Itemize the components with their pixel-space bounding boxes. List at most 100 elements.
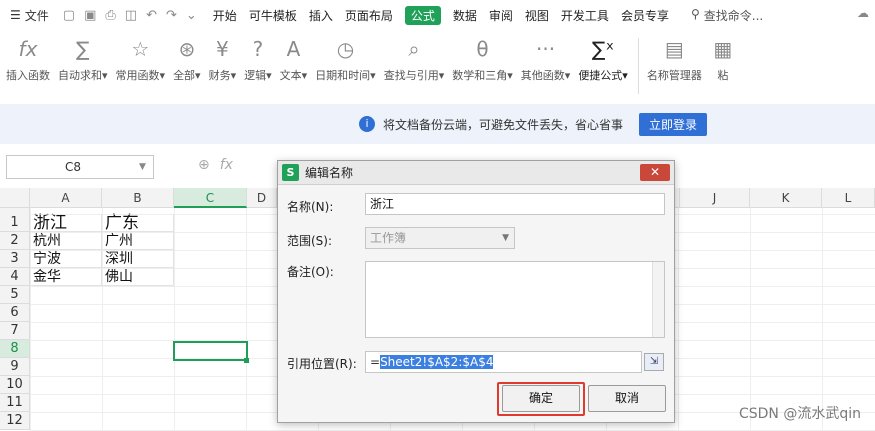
collapse-dialog-icon[interactable]: ⇲ [644, 353, 664, 371]
ribbon-divider [637, 38, 639, 94]
cloud-icon[interactable]: ☁ [857, 6, 869, 20]
row-header[interactable]: 3 [0, 250, 30, 268]
row-header[interactable]: 8 [0, 340, 30, 358]
row-header[interactable]: 7 [0, 322, 30, 340]
column-header[interactable]: B [102, 188, 174, 208]
select-all-corner[interactable] [0, 188, 30, 208]
cell-a3[interactable]: 宁波 [30, 250, 102, 268]
finance-label: 财务▾ [208, 69, 237, 82]
row-header[interactable]: 6 [0, 304, 30, 322]
watermark: CSDN @流水武qin [738, 406, 861, 422]
selected-cell-c8[interactable] [173, 341, 248, 361]
finance-button[interactable]: ¥ 财务▾ [209, 30, 237, 83]
column-header[interactable]: D [247, 188, 277, 208]
row-header[interactable]: 5 [0, 286, 30, 304]
save-icon[interactable]: ▢ [63, 8, 75, 23]
column-header[interactable]: L [822, 188, 875, 208]
dialog-title-bar[interactable]: S 编辑名称 [278, 161, 674, 185]
row-header[interactable]: 9 [0, 358, 30, 376]
column-header[interactable]: C [174, 188, 247, 208]
cell-a2[interactable]: 杭州 [30, 232, 102, 250]
command-search[interactable]: ⚲ 查找命令... [691, 7, 763, 24]
lookup-button[interactable]: ⌕ 查找与引用▾ [384, 30, 445, 83]
clock-icon: ◷ [336, 37, 355, 61]
row-header-gap [0, 208, 30, 214]
datetime-button[interactable]: ◷ 日期和时间▾ [315, 30, 376, 83]
row-header[interactable]: 4 [0, 268, 30, 286]
cloud-backup-banner: i 将文档备份云端，可避免文件丢失，省心省事 立即登录 [0, 104, 875, 144]
print-icon[interactable]: ⎙ [105, 8, 115, 23]
name-manager-icon: ▤ [664, 37, 684, 61]
name-label: 名称(N): [287, 200, 334, 214]
chevron-down-icon[interactable]: ▼ [139, 162, 153, 172]
cell-b3[interactable]: 深圳 [102, 250, 174, 268]
other-functions-button[interactable]: ··· 其他函数▾ [521, 30, 571, 83]
redo-icon[interactable]: ↷ [166, 8, 177, 23]
login-button[interactable]: 立即登录 [638, 112, 707, 136]
cell-a1[interactable]: 浙江 [30, 214, 102, 232]
close-button[interactable]: ✕ [640, 164, 670, 181]
name-box[interactable]: C8 ▼ [6, 155, 154, 179]
text-icon: A [286, 37, 301, 61]
column-header[interactable]: J [680, 188, 750, 208]
row-header[interactable]: 12 [0, 412, 30, 430]
tab-formulas[interactable]: 公式 [404, 5, 441, 25]
name-field[interactable]: 浙江 [365, 193, 665, 215]
other-functions-label: 其他函数▾ [520, 69, 571, 82]
command-search-label: 查找命令... [703, 8, 764, 23]
file-menu[interactable]: ☰ 文件 [10, 7, 49, 24]
tab-insert[interactable]: 插入 [309, 7, 333, 24]
paste-label: 粘 [717, 69, 729, 82]
preview-icon[interactable]: ◫ [125, 8, 137, 23]
tab-view[interactable]: 视图 [525, 7, 549, 24]
common-functions-button[interactable]: ☆ 常用函数▾ [116, 30, 166, 83]
cell-b2[interactable]: 广州 [102, 232, 174, 250]
comment-scrollbar[interactable] [652, 262, 664, 337]
cell-a4[interactable]: 金华 [30, 268, 102, 286]
math-button[interactable]: θ 数学和三角▾ [452, 30, 513, 83]
row-header[interactable]: 10 [0, 376, 30, 394]
row-header[interactable]: 1 [0, 214, 30, 232]
undo-icon[interactable]: ↶ [146, 8, 157, 23]
scope-label: 范围(S): [287, 234, 333, 248]
column-header[interactable]: A [30, 188, 102, 208]
row-header[interactable]: 11 [0, 394, 30, 412]
name-manager-button[interactable]: ▤ 名称管理器 [647, 30, 702, 83]
cancel-button[interactable]: 取消 [588, 385, 666, 412]
comment-field[interactable] [365, 261, 665, 338]
tab-home[interactable]: 开始 [213, 7, 237, 24]
quick-formula-button[interactable]: ∑ˣ 便捷公式▾ [578, 30, 628, 83]
zoom-icon[interactable]: ⊕ [198, 157, 210, 173]
dots-icon: ··· [536, 37, 556, 61]
scope-select[interactable]: 工作簿 ▼ [365, 227, 515, 249]
tab-data[interactable]: 数据 [453, 7, 477, 24]
theta-icon: θ [476, 37, 489, 61]
fill-handle[interactable] [244, 358, 249, 363]
tab-page-layout[interactable]: 页面布局 [345, 7, 393, 24]
quick-formula-label: 便捷公式▾ [578, 69, 628, 82]
comment-label: 备注(O): [287, 265, 334, 279]
tab-member[interactable]: 会员专享 [621, 7, 669, 24]
reference-field[interactable]: =Sheet2!$A$2:$A$4 [365, 351, 642, 373]
all-functions-button[interactable]: ⊛ 全部▾ [173, 30, 201, 83]
quick-access-toolbar: ▢ ▣ ⎙ ◫ ↶ ↷ ⌄ [63, 8, 197, 23]
export-icon[interactable]: ▣ [84, 8, 96, 23]
asterisk-icon: ⊛ [178, 37, 196, 61]
insert-function-button[interactable]: fx 插入函数 [6, 30, 50, 83]
autosum-label: 自动求和▾ [58, 69, 108, 82]
text-button[interactable]: A 文本▾ [280, 30, 308, 83]
cell-b4[interactable]: 佛山 [102, 268, 174, 286]
reference-prefix: = [370, 355, 381, 369]
cell-b1[interactable]: 广东 [102, 214, 174, 232]
fx-icon[interactable]: fx [220, 157, 233, 173]
chevron-down-icon[interactable]: ⌄ [186, 8, 197, 23]
logic-button[interactable]: ? 逻辑▾ [244, 30, 272, 83]
tab-developer[interactable]: 开发工具 [561, 7, 609, 24]
autosum-button[interactable]: ∑ 自动求和▾ [58, 30, 108, 83]
tab-review[interactable]: 审阅 [489, 7, 513, 24]
row-header[interactable]: 2 [0, 232, 30, 250]
column-header[interactable]: K [750, 188, 822, 208]
tab-templates[interactable]: 可牛模板 [249, 7, 297, 24]
paste-button[interactable]: ▦ 粘 [710, 30, 736, 83]
yen-icon: ¥ [215, 37, 229, 61]
